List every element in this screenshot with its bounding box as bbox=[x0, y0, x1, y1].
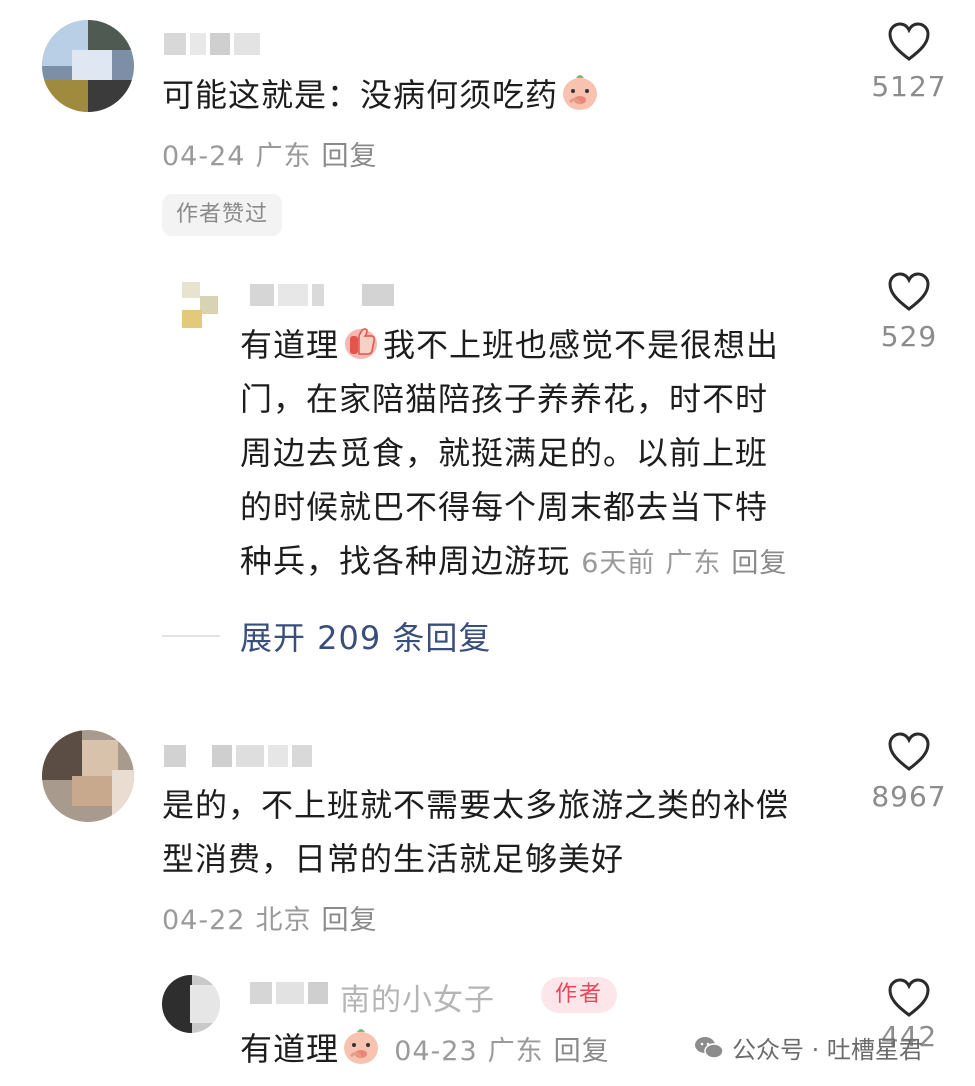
comment-location: 广东 bbox=[255, 141, 312, 172]
reply-text: 有道理 我不上班也感觉不是很想出 门，在家陪猫陪孩子养养花，时不时 周边去觅食，就… bbox=[240, 318, 840, 591]
like-count: 529 bbox=[880, 320, 938, 353]
comment-meta: 04-22 北京 回复 bbox=[162, 898, 387, 937]
username-blurred[interactable] bbox=[164, 745, 312, 767]
comment-date: 04-22 bbox=[162, 905, 246, 936]
reply-date: 6天前 bbox=[581, 548, 656, 579]
avatar[interactable] bbox=[162, 975, 220, 1033]
thumbs-up-emoji bbox=[345, 328, 378, 359]
username-blurred[interactable] bbox=[250, 284, 394, 306]
heart-icon bbox=[888, 732, 930, 771]
watermark: 公众号 · 吐槽星君 bbox=[694, 1030, 923, 1065]
like-count: 8967 bbox=[871, 780, 947, 813]
comment-text: 是的，不上班就不需要太多旅游之类的补偿 型消费，日常的生活就足够美好 bbox=[162, 786, 790, 878]
avatar[interactable] bbox=[42, 20, 134, 112]
reply-button[interactable]: 回复 bbox=[321, 141, 377, 172]
laugh-cover-mouth-emoji bbox=[563, 75, 598, 110]
author-name[interactable]: 南的小女子 bbox=[340, 975, 495, 1019]
like-button[interactable]: 529 bbox=[864, 272, 954, 353]
author-liked-badge: 作者赞过 bbox=[162, 194, 283, 236]
laugh-cover-mouth-emoji bbox=[344, 1029, 379, 1064]
comment-date: 04-24 bbox=[162, 141, 246, 172]
reply-button[interactable]: 回复 bbox=[321, 905, 377, 936]
username-blurred[interactable] bbox=[250, 982, 328, 1004]
reply-button[interactable]: 回复 bbox=[731, 548, 787, 579]
comment-meta: 04-24 广东 回复 bbox=[162, 134, 387, 173]
username-blurred[interactable] bbox=[164, 33, 260, 55]
like-count: 5127 bbox=[871, 70, 947, 103]
divider bbox=[162, 635, 220, 637]
watermark-text: 公众号 · 吐槽星君 bbox=[732, 1036, 923, 1064]
heart-icon bbox=[888, 272, 930, 311]
heart-icon bbox=[888, 978, 930, 1017]
reply-button[interactable]: 回复 bbox=[554, 1036, 610, 1067]
like-button[interactable]: 5127 bbox=[864, 22, 954, 103]
comment-text: 可能这就是：没病何须吃药 bbox=[162, 68, 602, 122]
reply-location: 广东 bbox=[487, 1036, 544, 1067]
comment-location: 北京 bbox=[255, 905, 312, 936]
avatar[interactable] bbox=[42, 730, 134, 822]
heart-icon bbox=[888, 22, 930, 61]
reply-date: 04-23 bbox=[394, 1036, 478, 1067]
like-button[interactable]: 8967 bbox=[864, 732, 954, 813]
expand-replies-button[interactable]: 展开 209 条回复 bbox=[240, 613, 491, 659]
wechat-icon bbox=[695, 1036, 724, 1059]
author-badge: 作者 bbox=[541, 977, 618, 1013]
reply-location: 广东 bbox=[665, 548, 722, 579]
avatar[interactable] bbox=[182, 282, 220, 330]
reply-text: 有道理 04-23 广东 回复 bbox=[240, 1022, 620, 1079]
